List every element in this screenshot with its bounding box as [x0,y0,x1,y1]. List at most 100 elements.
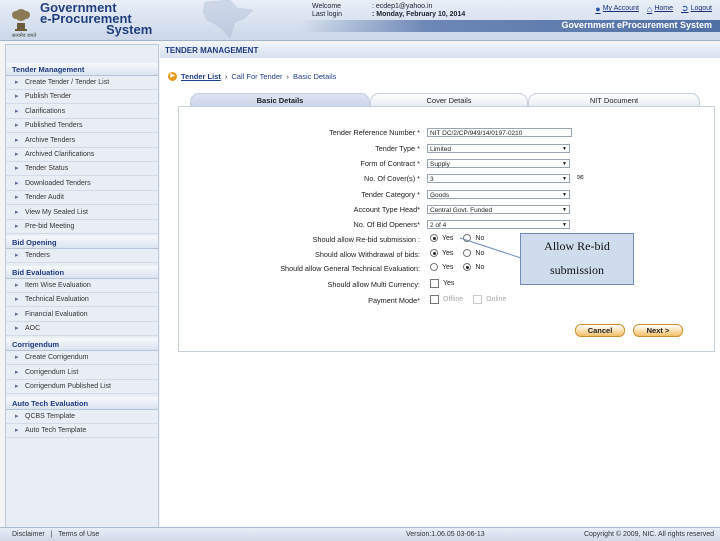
cancel-button[interactable]: Cancel [575,324,625,337]
tab-nit-document[interactable]: NIT Document [528,93,700,107]
logout-link[interactable]: ➲ Logout [681,3,712,14]
sidebar-item[interactable]: ▸ Archived Clarifications [6,148,158,162]
covers-select[interactable]: 3 ▼ [427,174,570,183]
sidebar-item[interactable]: ▸ Pre-bid Meeting [6,220,158,234]
logo-title: Government e-Procurement System [40,1,152,36]
bullet-arrow-icon: ▸ [15,107,19,115]
sidebar-item[interactable]: ▸ Archive Tenders [6,134,158,148]
sidebar-item-label: Published Tenders [25,122,83,130]
welcome-value: : ecdep1@yahoo.in [372,3,433,10]
tab-cover-details[interactable]: Cover Details [370,93,528,107]
breadcrumb-tender-list[interactable]: Tender List [181,72,221,81]
bullet-arrow-icon: ▸ [15,151,19,158]
breadcrumb-sep: › [286,72,290,81]
my-account-link[interactable]: ● My Account [595,4,639,14]
multi-currency-label: Should allow Multi Currency: [327,280,420,289]
bullet-arrow-icon: ▸ [15,281,19,289]
offline-label: Offline [443,296,464,303]
payment-mode-options: Offline Online [430,295,512,304]
bullet-arrow-icon: ▸ [15,122,19,130]
withdrawal-yes-radio[interactable] [430,249,438,257]
sidebar-section-header[interactable]: Corrigendum [6,338,158,352]
last-login-label: Last login [312,11,342,18]
callout-box: Allow Re-bid submission [520,233,634,285]
sidebar-item[interactable]: ▸ Publish Tender [6,90,158,105]
sidebar-item[interactable]: ▸ View My Sealed List [6,206,158,220]
sidebar-section-header[interactable]: Bid Opening [6,236,158,250]
sidebar-item[interactable]: ▸ Create Tender / Tender List [6,76,158,90]
offline-checkbox[interactable] [430,295,439,304]
rebid-no-radio[interactable] [463,234,472,242]
tender-category-value: Goods [430,192,450,199]
sidebar-item[interactable]: ▸ Create Corrigendum [6,351,158,366]
account-head-select[interactable]: Central Govt. Funded ▼ [427,205,570,214]
general-tech-yes-label: Yes [442,263,454,271]
breadcrumb-basic-details: Basic Details [293,72,337,81]
bid-openers-select[interactable]: 2 of 4 ▼ [427,220,570,229]
general-tech-no-radio[interactable] [463,263,472,271]
terms-link[interactable]: Terms of Use [58,531,99,538]
bullet-arrow-icon: ▸ [15,136,19,144]
covers-value: 3 [430,176,434,183]
general-tech-yes-radio[interactable] [430,263,438,271]
sidebar-item-label: Create Corrigendum [25,354,89,362]
sidebar-section-header[interactable]: Auto Tech Evaluation [6,396,158,410]
sidebar-item[interactable]: ▸ QCBS Template [6,410,158,424]
ref-number-label: Tender Reference Number * [329,128,420,137]
multi-currency-checkbox[interactable] [430,279,439,288]
next-button[interactable]: Next > [633,324,683,337]
sidebar-section-header[interactable]: Bid Evaluation [6,265,158,279]
bullet-arrow-icon: ▸ [15,165,19,173]
bullet-arrow-icon: ▸ [15,354,19,362]
sidebar-item[interactable]: ▸ Auto Tech Template [6,424,158,438]
sidebar-item[interactable]: ▸ Corrigendum List [6,366,158,380]
bullet-arrow-icon: ▸ [15,194,19,202]
top-links: ● My Account ⌂ Home ➲ Logout [595,3,712,14]
multi-currency-yes-label: Yes [443,280,455,287]
ref-number-input[interactable]: NIT DC/2/CP/949/14/0197-0210 [427,128,572,137]
tender-type-select[interactable]: Limited ▼ [427,144,570,153]
sidebar-item-label: Create Tender / Tender List [25,79,110,86]
sidebar-item[interactable]: ▸ Financial Evaluation [6,308,158,322]
sidebar-item[interactable]: ▸ Item Wise Evaluation [6,279,158,293]
info-envelope-icon[interactable]: ✉ [577,173,584,182]
tab-basic-details[interactable]: Basic Details [190,93,370,107]
rebid-yes-label: Yes [442,234,454,242]
disclaimer-link[interactable]: Disclaimer [12,531,45,538]
chevron-down-icon: ▼ [562,146,567,152]
sidebar-item[interactable]: ▸ Corrigendum Published List [6,380,158,395]
withdrawal-yes-label: Yes [442,249,454,257]
sidebar-item[interactable]: ▸ AOC [6,322,158,336]
home-link[interactable]: ⌂ Home [647,4,673,14]
sidebar-item[interactable]: ▸ Clarifications [6,105,158,119]
bid-openers-label: No. Of Bid Openers* [353,220,420,229]
bullet-arrow-icon: ▸ [15,252,19,260]
bullet-arrow-icon: ▸ [15,208,19,216]
bullet-arrow-icon: ▸ [15,79,19,86]
tender-category-select[interactable]: Goods ▼ [427,190,570,199]
online-checkbox[interactable] [473,295,483,304]
contract-form-select[interactable]: Supply ▼ [427,159,570,168]
sidebar-item-label: Clarifications [25,107,66,115]
sidebar-item[interactable]: ▸ Published Tenders [6,119,158,134]
sidebar-item[interactable]: ▸ Technical Evaluation [6,293,158,308]
bullet-arrow-icon: ▸ [15,93,19,101]
india-map-icon [202,0,254,39]
sidebar-item-label: Archive Tenders [25,136,76,144]
chevron-down-icon: ▼ [562,192,567,198]
withdrawal-no-label: No [475,249,485,257]
rebid-yes-radio[interactable] [430,234,438,242]
sidebar-item[interactable]: ▸ Tender Status [6,162,158,177]
sidebar-item[interactable]: ▸ Downloaded Tenders [6,177,158,191]
breadcrumb-call-for-tender[interactable]: Call For Tender [231,72,282,81]
sidebar-section-header[interactable]: Tender Management [6,63,158,76]
sidebar-item[interactable]: ▸ Tender Audit [6,191,158,206]
sidebar-item[interactable]: ▸ Tenders [6,249,158,264]
sidebar-item-label: Auto Tech Template [25,427,87,434]
sidebar-item-label: Pre-bid Meeting [25,223,75,230]
user-icon: ● [595,3,601,14]
banner-text: Government eProcurement System [561,20,712,30]
sidebar-item-label: Tender Audit [25,194,64,202]
chevron-down-icon: ▼ [562,222,567,228]
withdrawal-no-radio[interactable] [463,249,472,257]
